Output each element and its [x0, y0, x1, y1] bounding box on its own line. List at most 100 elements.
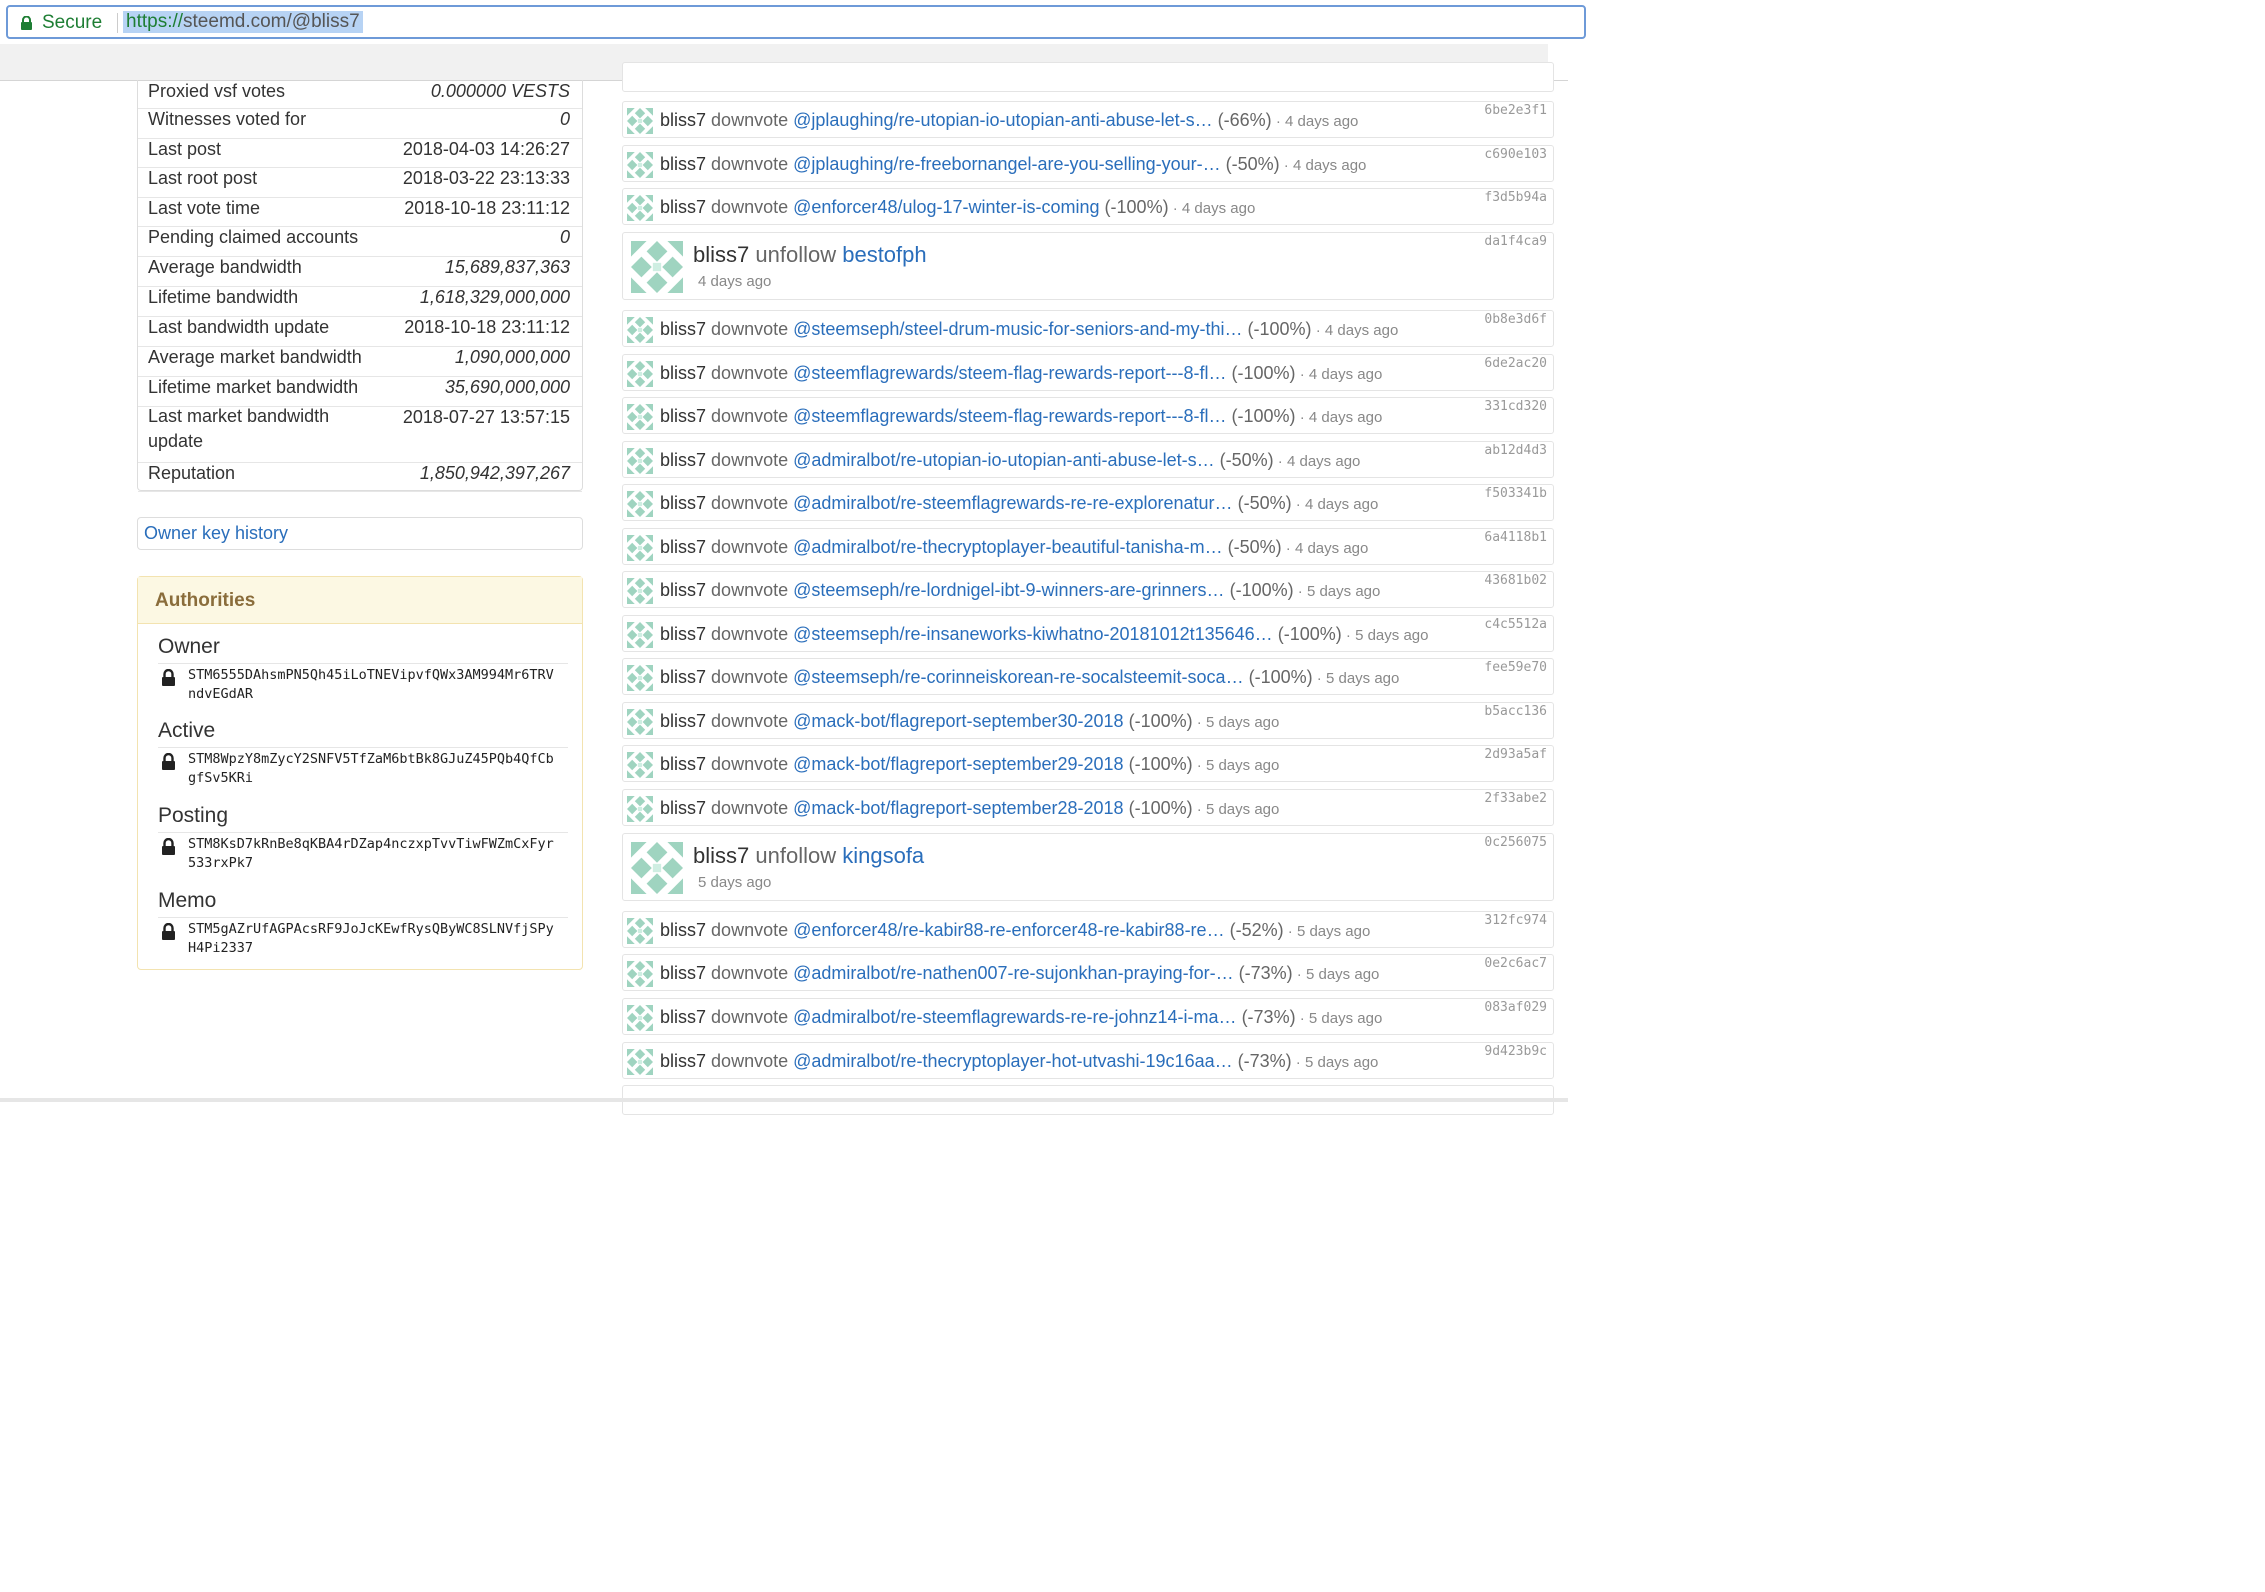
owner-key-history-link[interactable]: Owner key history [144, 523, 288, 544]
operation-time: 5 days ago [1304, 1054, 1379, 1071]
transaction-hash[interactable]: b5acc136 [1484, 704, 1547, 719]
account-name[interactable]: bliss7 [660, 450, 706, 470]
account-name[interactable]: bliss7 [693, 843, 749, 868]
avatar-icon[interactable] [627, 578, 653, 604]
transaction-hash[interactable]: 0e2c6ac7 [1484, 956, 1547, 971]
transaction-hash[interactable]: 083af029 [1484, 1000, 1547, 1015]
account-name[interactable]: bliss7 [660, 754, 706, 774]
account-name[interactable]: bliss7 [660, 319, 706, 339]
transaction-hash[interactable]: c690e103 [1484, 147, 1547, 162]
account-name[interactable]: bliss7 [660, 537, 706, 557]
account-name[interactable]: bliss7 [660, 406, 706, 426]
transaction-hash[interactable]: 6be2e3f1 [1484, 103, 1547, 118]
transaction-hash[interactable]: 9d423b9c [1484, 1044, 1547, 1059]
transaction-hash[interactable]: fee59e70 [1484, 660, 1547, 675]
post-link[interactable]: @admiralbot/re-utopian-io-utopian-anti-a… [793, 450, 1214, 470]
stat-label: Lifetime bandwidth [148, 287, 299, 307]
account-name[interactable]: bliss7 [660, 963, 706, 983]
transaction-hash[interactable]: da1f4ca9 [1484, 234, 1547, 249]
avatar-icon[interactable] [627, 404, 653, 430]
avatar-icon[interactable] [627, 317, 653, 343]
operation-text: bliss7 downvote @admiralbot/re-thecrypto… [660, 1051, 1378, 1072]
transaction-hash[interactable]: 43681b02 [1484, 573, 1547, 588]
post-link[interactable]: @steemseph/re-corinneiskorean-re-socalst… [793, 667, 1243, 687]
followed-account-link[interactable]: bestofph [842, 242, 926, 267]
avatar-icon[interactable] [627, 491, 653, 517]
post-link[interactable]: @enforcer48/ulog-17-winter-is-coming [793, 197, 1099, 217]
operation-text: bliss7 unfollow bestofph [693, 242, 927, 268]
avatar-icon[interactable] [627, 918, 653, 944]
avatar-icon[interactable] [627, 1049, 653, 1075]
post-link[interactable]: @admiralbot/re-steemflagrewards-re-re-jo… [793, 1007, 1236, 1027]
post-link[interactable]: @mack-bot/flagreport-september28-2018 [793, 798, 1123, 818]
post-link[interactable]: @enforcer48/re-kabir88-re-enforcer48-re-… [793, 920, 1224, 940]
account-name[interactable]: bliss7 [660, 1007, 706, 1027]
account-name[interactable]: bliss7 [660, 711, 706, 731]
avatar-icon[interactable] [627, 752, 653, 778]
post-link[interactable]: @jplaughing/re-freebornangel-are-you-sel… [793, 154, 1220, 174]
avatar-icon[interactable] [627, 195, 653, 221]
avatar-icon[interactable] [627, 535, 653, 561]
post-link[interactable]: @mack-bot/flagreport-september30-2018 [793, 711, 1123, 731]
avatar-icon[interactable] [631, 241, 683, 293]
avatar-icon[interactable] [627, 108, 653, 134]
transaction-hash[interactable]: 6de2ac20 [1484, 356, 1547, 371]
account-name[interactable]: bliss7 [660, 624, 706, 644]
transaction-hash[interactable]: f3d5b94a [1484, 190, 1547, 205]
transaction-hash[interactable]: ab12d4d3 [1484, 443, 1547, 458]
url-text[interactable]: https://steemd.com/@bliss7 [123, 11, 363, 33]
operation-action: downvote [711, 537, 789, 557]
vote-operation-row: bliss7 downvote @steemseph/re-lordnigel-… [622, 571, 1554, 608]
transaction-hash[interactable]: 0b8e3d6f [1484, 312, 1547, 327]
post-link[interactable]: @admiralbot/re-thecryptoplayer-hot-utvas… [793, 1051, 1232, 1071]
transaction-hash[interactable]: c4c5512a [1484, 617, 1547, 632]
transaction-hash[interactable]: 331cd320 [1484, 399, 1547, 414]
stat-row: Last post 2018-04-03 14:26:27 [138, 138, 582, 168]
post-link[interactable]: @jplaughing/re-utopian-io-utopian-anti-a… [793, 110, 1213, 130]
avatar-icon[interactable] [627, 361, 653, 387]
post-link[interactable]: @admiralbot/re-steemflagrewards-re-re-ex… [793, 493, 1232, 513]
avatar-icon[interactable] [627, 796, 653, 822]
post-link[interactable]: @steemseph/steel-drum-music-for-seniors-… [793, 319, 1242, 339]
vote-operation-row: bliss7 downvote @enforcer48/re-kabir88-r… [622, 911, 1554, 948]
account-name[interactable]: bliss7 [660, 580, 706, 600]
avatar-icon[interactable] [627, 622, 653, 648]
account-name[interactable]: bliss7 [693, 242, 749, 267]
account-name[interactable]: bliss7 [660, 667, 706, 687]
vote-weight: (-50%) [1219, 450, 1274, 470]
followed-account-link[interactable]: kingsofa [842, 843, 924, 868]
account-name[interactable]: bliss7 [660, 197, 706, 217]
transaction-hash[interactable]: 6a4118b1 [1484, 530, 1547, 545]
post-link[interactable]: @mack-bot/flagreport-september29-2018 [793, 754, 1123, 774]
account-name[interactable]: bliss7 [660, 1051, 706, 1071]
post-link[interactable]: @steemflagrewards/steem-flag-rewards-rep… [793, 363, 1226, 383]
post-link[interactable]: @admiralbot/re-thecryptoplayer-beautiful… [793, 537, 1222, 557]
account-name[interactable]: bliss7 [660, 798, 706, 818]
avatar-icon[interactable] [627, 665, 653, 691]
post-link[interactable]: @admiralbot/re-nathen007-re-sujonkhan-pr… [793, 963, 1233, 983]
account-name[interactable]: bliss7 [660, 110, 706, 130]
avatar-icon[interactable] [627, 961, 653, 987]
post-link[interactable]: @steemseph/re-insaneworks-kiwhatno-20181… [793, 624, 1273, 644]
transaction-hash[interactable]: f503341b [1484, 486, 1547, 501]
avatar-icon[interactable] [627, 152, 653, 178]
vote-weight: (-100%) [1128, 754, 1193, 774]
account-name[interactable]: bliss7 [660, 363, 706, 383]
avatar-icon[interactable] [631, 842, 683, 894]
account-name[interactable]: bliss7 [660, 920, 706, 940]
transaction-hash[interactable]: 312fc974 [1484, 913, 1547, 928]
operation-text: bliss7 downvote @enforcer48/ulog-17-wint… [660, 197, 1255, 218]
transaction-hash[interactable]: 2f33abe2 [1484, 791, 1547, 806]
transaction-hash[interactable]: 0c256075 [1484, 835, 1547, 850]
avatar-icon[interactable] [627, 1005, 653, 1031]
transaction-hash[interactable]: 2d93a5af [1484, 747, 1547, 762]
account-name[interactable]: bliss7 [660, 154, 706, 174]
post-link[interactable]: @steemflagrewards/steem-flag-rewards-rep… [793, 406, 1226, 426]
address-bar[interactable]: Secure https://steemd.com/@bliss7 [6, 5, 1586, 39]
operation-time: 5 days ago [1355, 627, 1429, 644]
avatar-icon[interactable] [627, 709, 653, 735]
post-link[interactable]: @steemseph/re-lordnigel-ibt-9-winners-ar… [793, 580, 1224, 600]
vote-operation-row: bliss7 downvote @steemseph/re-corinneisk… [622, 658, 1554, 695]
account-name[interactable]: bliss7 [660, 493, 706, 513]
avatar-icon[interactable] [627, 448, 653, 474]
